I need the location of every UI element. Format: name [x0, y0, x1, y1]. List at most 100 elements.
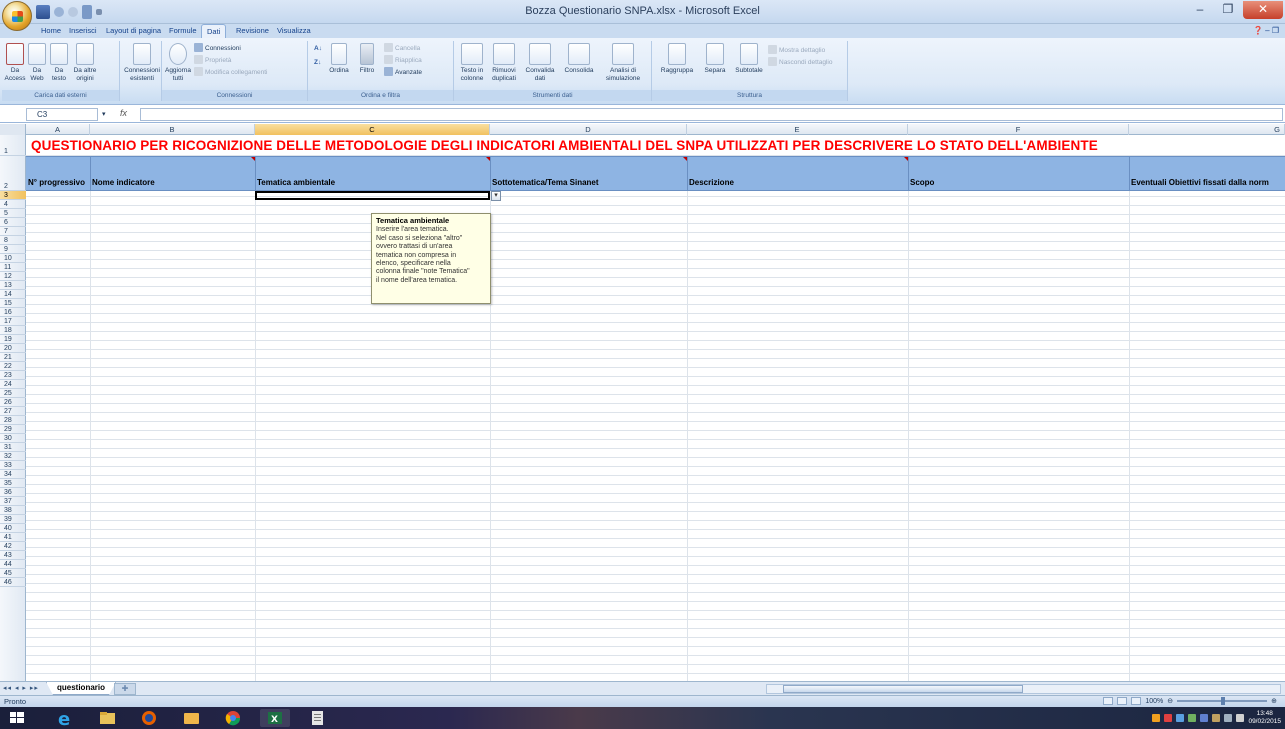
restore-button[interactable]: ❐ [1215, 1, 1241, 19]
row-header[interactable]: 36 [0, 488, 26, 497]
row-header[interactable]: 34 [0, 470, 26, 479]
clock[interactable]: 13:48 09/02/2015 [1248, 710, 1281, 726]
row-header[interactable]: 43 [0, 551, 26, 560]
tab-home[interactable]: Home [41, 26, 61, 35]
row-header[interactable]: 42 [0, 542, 26, 551]
tab-layout[interactable]: Layout di pagina [106, 26, 161, 35]
show-detail-button[interactable]: Mostra dettaglio [768, 45, 825, 54]
row-header[interactable]: 38 [0, 506, 26, 515]
chrome-icon[interactable] [218, 709, 248, 727]
tab-revisione[interactable]: Revisione [236, 26, 269, 35]
row-header[interactable]: 20 [0, 344, 26, 353]
insert-sheet-icon[interactable]: ✚ [114, 683, 136, 695]
row-header[interactable]: 31 [0, 443, 26, 452]
row-header[interactable]: 7 [0, 227, 26, 236]
insert-function-icon[interactable]: fx [120, 108, 127, 118]
connections-button[interactable]: Connessioni [194, 43, 241, 52]
row-header[interactable]: 24 [0, 380, 26, 389]
row-header[interactable]: 12 [0, 272, 26, 281]
firefox-icon[interactable] [134, 709, 164, 727]
minimize-button[interactable]: – [1187, 1, 1213, 19]
row-header[interactable]: 17 [0, 317, 26, 326]
advanced-filter-button[interactable]: Avanzate [384, 67, 422, 76]
name-box-dropdown-icon[interactable]: ▾ [102, 110, 106, 118]
tray-app-icon[interactable] [1164, 714, 1173, 722]
excel-taskbar-icon[interactable]: X [260, 709, 290, 727]
what-if-button[interactable]: Analisi di simulazione [600, 43, 646, 83]
column-header-f[interactable]: F [908, 124, 1129, 135]
validation-dropdown-button[interactable]: ▾ [491, 191, 501, 201]
row-header[interactable]: 2 [0, 156, 26, 191]
active-cell-c3[interactable] [255, 191, 490, 200]
tab-inserisci[interactable]: Inserisci [69, 26, 97, 35]
tray-monitor-icon[interactable] [1224, 714, 1233, 722]
row-header[interactable]: 21 [0, 353, 26, 362]
sheet-tab-questionario[interactable]: questionario [46, 682, 117, 695]
edit-links-button[interactable]: Modifica collegamenti [194, 67, 268, 76]
row-header[interactable]: 26 [0, 398, 26, 407]
header-sottotematica[interactable]: Sottotematica/Tema Sinanet [490, 178, 599, 187]
questionnaire-title[interactable]: QUESTIONARIO PER RICOGNIZIONE DELLE METO… [31, 138, 1098, 153]
sort-za-icon[interactable]: Z↓ [314, 59, 321, 66]
tray-app4-icon[interactable] [1212, 714, 1221, 722]
filter-button[interactable]: Filtro [354, 43, 380, 75]
tab-visualizza[interactable]: Visualizza [277, 26, 311, 35]
row-header[interactable]: 16 [0, 308, 26, 317]
row-header[interactable]: 23 [0, 371, 26, 380]
row-header[interactable]: 45 [0, 569, 26, 578]
row-header[interactable]: 25 [0, 389, 26, 398]
horizontal-scrollbar[interactable] [766, 684, 1281, 694]
header-nome-indicatore[interactable]: Nome indicatore [90, 178, 155, 187]
from-access-button[interactable]: Da Access [4, 43, 26, 83]
formula-input[interactable] [140, 108, 1283, 121]
header-tematica[interactable]: Tematica ambientale [255, 178, 335, 187]
row-header[interactable]: 1 [0, 135, 26, 156]
header-obiettivi[interactable]: Eventuali Obiettivi fissati dalla norm [1129, 178, 1269, 187]
reapply-button[interactable]: Riapplica [384, 55, 422, 64]
row-header[interactable]: 9 [0, 245, 26, 254]
from-other-button[interactable]: Da altre origini [70, 43, 100, 83]
row-header[interactable]: 44 [0, 560, 26, 569]
row-header[interactable]: 30 [0, 434, 26, 443]
office-button[interactable] [2, 1, 32, 31]
data-validation-button[interactable]: Convalida dati [522, 43, 558, 83]
row-header[interactable]: 3 [0, 191, 26, 200]
row-header[interactable]: 10 [0, 254, 26, 263]
from-text-button[interactable]: Da testo [48, 43, 70, 83]
subtotal-button[interactable]: Subtotale [732, 43, 766, 75]
select-all-corner[interactable] [0, 124, 26, 135]
tab-formule[interactable]: Formule [169, 26, 197, 35]
zoom-level[interactable]: 100% [1145, 698, 1163, 705]
sort-az-icon[interactable]: A↓ [314, 45, 322, 52]
ungroup-button[interactable]: Separa [700, 43, 730, 75]
internet-explorer-icon[interactable]: e [50, 709, 80, 729]
document-icon[interactable] [302, 709, 332, 727]
row-header[interactable]: 18 [0, 326, 26, 335]
row-header[interactable]: 6 [0, 218, 26, 227]
column-header-b[interactable]: B [90, 124, 255, 135]
header-descrizione[interactable]: Descrizione [687, 178, 734, 187]
row-header[interactable]: 4 [0, 200, 26, 209]
page-break-view-icon[interactable] [1131, 697, 1142, 705]
remove-duplicates-button[interactable]: Rimuovi duplicati [488, 43, 520, 83]
hide-detail-button[interactable]: Nascondi dettaglio [768, 57, 832, 66]
row-header[interactable]: 33 [0, 461, 26, 470]
column-header-g[interactable]: G [1129, 124, 1285, 135]
name-box[interactable]: C3 [26, 108, 98, 121]
row-header[interactable]: 5 [0, 209, 26, 218]
header-scopo[interactable]: Scopo [908, 178, 934, 187]
tray-app3-icon[interactable] [1200, 714, 1209, 722]
column-header-e[interactable]: E [687, 124, 908, 135]
tray-app2-icon[interactable] [1188, 714, 1197, 722]
refresh-all-button[interactable]: Aggiorna tutti [164, 43, 192, 83]
sort-button[interactable]: Ordina [326, 43, 352, 75]
consolidate-button[interactable]: Consolida [560, 43, 598, 75]
row-header[interactable]: 8 [0, 236, 26, 245]
row-header[interactable]: 39 [0, 515, 26, 524]
row-header[interactable]: 27 [0, 407, 26, 416]
column-header-a[interactable]: A [26, 124, 90, 135]
sheet-nav-arrows-icon[interactable]: ◂◂ ◂ ▸ ▸▸ [3, 684, 39, 692]
row-header[interactable]: 40 [0, 524, 26, 533]
properties-button[interactable]: Proprietà [194, 55, 231, 64]
row-header[interactable]: 13 [0, 281, 26, 290]
